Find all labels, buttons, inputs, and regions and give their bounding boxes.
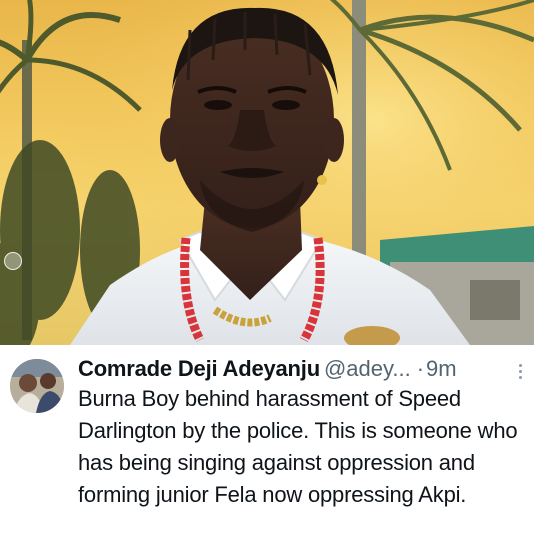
more-vertical-icon[interactable] [510,361,530,381]
tweet-text: Burna Boy behind harassment of Speed Dar… [78,386,518,507]
post-photo [0,0,534,345]
tweet-header: Comrade Deji Adeyanju @adey... ·9m [78,354,524,384]
author-display-name[interactable]: Comrade Deji Adeyanju [78,356,320,381]
header-separator: · [416,356,425,381]
post-timestamp[interactable]: 9m [426,356,457,381]
author-avatar[interactable] [10,359,64,413]
tweet-card[interactable]: Comrade Deji Adeyanju @adey... ·9m Burna B… [0,345,534,538]
post-image[interactable] [0,0,534,345]
author-handle[interactable]: @adey... [324,356,411,381]
avatar-image [10,359,64,413]
carousel-indicator-icon[interactable] [4,252,22,270]
